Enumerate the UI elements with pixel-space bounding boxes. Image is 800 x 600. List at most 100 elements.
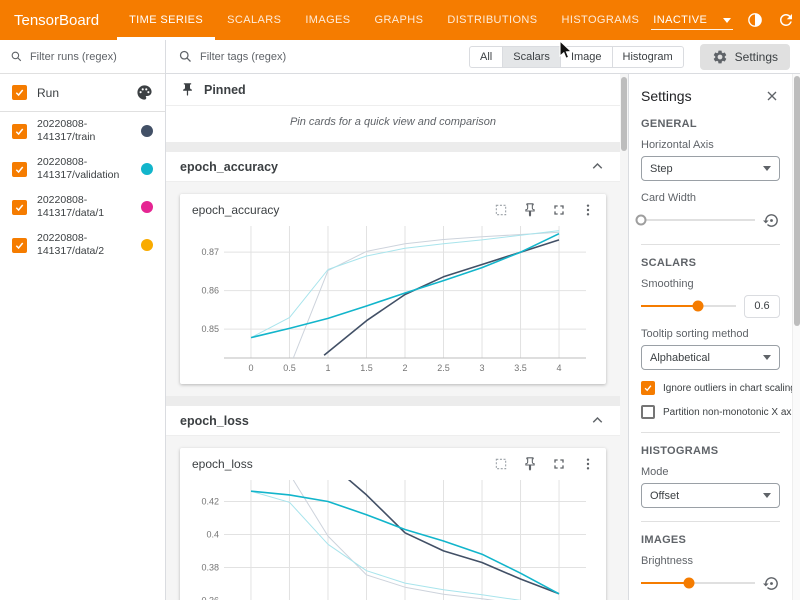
tooltip-sorting-select[interactable]: Alphabetical (641, 345, 780, 370)
settings-button[interactable]: Settings (700, 44, 790, 70)
contrast-toggle-icon[interactable] (746, 11, 764, 29)
slider-thumb[interactable] (683, 578, 694, 589)
brightness-label: Brightness (641, 555, 780, 567)
run-color-dot (141, 163, 153, 175)
pinned-section: Pinned Pin cards for a quick view and co… (166, 74, 620, 142)
run-checkbox[interactable] (12, 238, 27, 253)
card-header: epoch_loss (190, 454, 596, 474)
filter-pill-histogram[interactable]: Histogram (612, 46, 684, 68)
divider (641, 432, 780, 433)
run-row-validation[interactable]: 20220808-141317/validation (0, 150, 165, 188)
kebab-menu-icon[interactable] (580, 202, 596, 218)
reset-icon[interactable] (763, 212, 780, 229)
smoothing-value-input[interactable] (744, 295, 780, 318)
runs-header-label: Run (37, 86, 136, 100)
chevron-down-icon (723, 18, 731, 23)
divider (641, 521, 780, 522)
fullscreen-icon[interactable] (551, 202, 567, 218)
epoch-accuracy-chart[interactable]: 00.511.522.533.540.850.860.87 (190, 220, 596, 378)
top-bar: TensorBoard TIME SERIES SCALARS IMAGES G… (0, 0, 800, 40)
partition-x-axis-row: Partition non-monotonic X axis (641, 405, 780, 419)
filter-runs-input[interactable] (30, 51, 155, 63)
run-row-data-1[interactable]: 20220808-141317/data/1 (0, 188, 165, 226)
tooltip-sorting-value: Alphabetical (650, 352, 710, 364)
settings-scrollbar-thumb[interactable] (794, 76, 800, 326)
pin-icon[interactable] (522, 202, 538, 218)
main-scrollbar[interactable] (620, 74, 628, 600)
svg-text:3: 3 (480, 363, 485, 373)
epoch-loss-chart[interactable]: 00.511.522.533.540.360.380.40.42 (190, 474, 596, 600)
tab-scalars[interactable]: SCALARS (215, 0, 293, 40)
search-icon (178, 49, 193, 64)
histogram-mode-select[interactable]: Offset (641, 483, 780, 508)
section-epoch-loss-header[interactable]: epoch_loss (166, 406, 620, 436)
slider-thumb[interactable] (636, 215, 647, 226)
section-epoch-accuracy-header[interactable]: epoch_accuracy (166, 152, 620, 182)
epoch-loss-card: epoch_loss 00.511.522.533.540.360.380.40… (180, 448, 606, 600)
horizontal-axis-label: Horizontal Axis (641, 139, 780, 151)
card-width-label: Card Width (641, 192, 780, 204)
svg-text:0.85: 0.85 (201, 324, 219, 334)
horizontal-axis-select[interactable]: Step (641, 156, 780, 181)
run-label: 20220808-141317/train (37, 118, 141, 144)
horizontal-axis-value: Step (650, 163, 673, 175)
filter-pill-all[interactable]: All (469, 46, 503, 68)
main-scrollbar-thumb[interactable] (621, 77, 627, 151)
chevron-up-icon[interactable] (589, 412, 606, 429)
slider-thumb[interactable] (693, 301, 704, 312)
refresh-icon[interactable] (777, 11, 795, 29)
images-section-label: IMAGES (641, 534, 780, 546)
ignore-outliers-checkbox[interactable] (641, 381, 655, 395)
run-row-data-2[interactable]: 20220808-141317/data/2 (0, 226, 165, 264)
filter-pill-scalars[interactable]: Scalars (502, 46, 561, 68)
tab-distributions[interactable]: DISTRIBUTIONS (435, 0, 549, 40)
chevron-up-icon[interactable] (589, 158, 606, 175)
filter-tags-input[interactable] (200, 51, 400, 63)
kebab-menu-icon[interactable] (580, 456, 596, 472)
reset-icon[interactable] (763, 575, 780, 592)
smoothing-slider[interactable] (641, 305, 736, 307)
select-all-runs-checkbox[interactable] (12, 85, 27, 100)
ignore-outliers-label: Ignore outliers in chart scaling (663, 383, 792, 394)
section-epoch-accuracy: epoch_accuracy epoch_accuracy (166, 152, 620, 396)
run-checkbox[interactable] (12, 124, 27, 139)
card-actions (493, 456, 596, 472)
filter-runs-row (0, 40, 165, 74)
check-icon (14, 202, 25, 213)
tooltip-sorting-label: Tooltip sorting method (641, 328, 780, 340)
palette-icon[interactable] (136, 84, 153, 101)
settings-scrollbar[interactable] (792, 74, 800, 600)
card-header: epoch_accuracy (190, 200, 596, 220)
tab-graphs[interactable]: GRAPHS (363, 0, 436, 40)
tab-images[interactable]: IMAGES (293, 0, 362, 40)
partition-x-axis-checkbox[interactable] (641, 405, 655, 419)
fullscreen-icon[interactable] (551, 456, 567, 472)
svg-text:0: 0 (248, 363, 253, 373)
svg-text:2.5: 2.5 (437, 363, 450, 373)
tab-time-series[interactable]: TIME SERIES (117, 0, 215, 40)
settings-button-label: Settings (735, 50, 778, 64)
run-checkbox[interactable] (12, 200, 27, 215)
run-list: 20220808-141317/train 20220808-141317/va… (0, 112, 165, 264)
brightness-slider[interactable] (641, 582, 755, 584)
status-label: INACTIVE (653, 14, 707, 26)
reload-status-dropdown[interactable]: INACTIVE (651, 10, 733, 30)
pin-icon (180, 82, 195, 97)
run-checkbox[interactable] (12, 162, 27, 177)
run-row-train[interactable]: 20220808-141317/train (0, 112, 165, 150)
svg-text:0.36: 0.36 (201, 595, 219, 600)
tab-histograms[interactable]: HISTOGRAMS (550, 0, 652, 40)
svg-text:2: 2 (402, 363, 407, 373)
close-icon[interactable] (764, 88, 780, 104)
pin-icon[interactable] (522, 456, 538, 472)
svg-text:0.4: 0.4 (206, 529, 219, 539)
settings-panel-header: Settings (641, 74, 780, 114)
tag-toolbar: All Scalars Image Histogram Settings (166, 40, 800, 74)
section-title: epoch_loss (180, 414, 249, 428)
histogram-mode-value: Offset (650, 490, 679, 502)
card-width-slider[interactable] (641, 219, 755, 221)
fit-selection-icon[interactable] (493, 456, 509, 472)
smoothing-slider-row (641, 295, 780, 317)
fit-selection-icon[interactable] (493, 202, 509, 218)
filter-pill-image[interactable]: Image (560, 46, 613, 68)
